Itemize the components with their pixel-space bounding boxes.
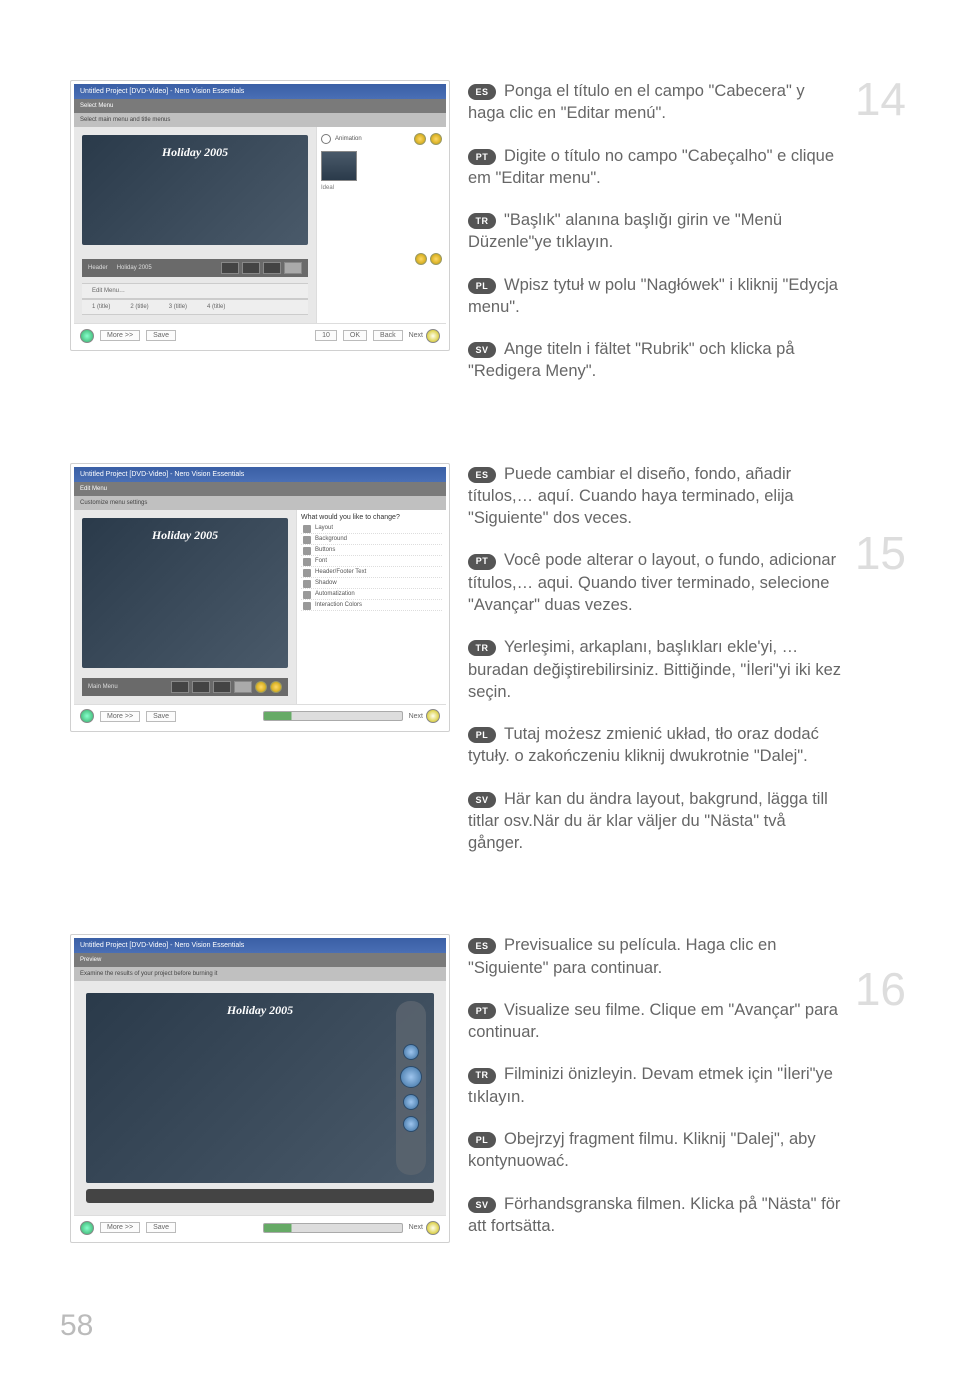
more-button[interactable]: More >>	[100, 711, 140, 722]
preview-image: Holiday 2005	[86, 993, 434, 1183]
step-14-text: ESPonga el título en el campo "Cabecera"…	[468, 80, 894, 383]
remote-dpad[interactable]	[400, 1066, 422, 1088]
step-15-text: ESPuede cambiar el diseño, fondo, añadir…	[468, 463, 894, 855]
side-item-headerfooter[interactable]: Header/Footer Text	[301, 567, 442, 578]
next-button[interactable]: Next	[409, 329, 440, 343]
pause-icon[interactable]	[430, 133, 442, 145]
nav-prev-icon[interactable]	[415, 253, 427, 265]
lang-tag-sv: SV	[468, 1197, 496, 1213]
lang-tag-sv: SV	[468, 792, 496, 808]
side-item-font[interactable]: Font	[301, 556, 442, 567]
play-icon[interactable]	[414, 133, 426, 145]
instruction-text: Filminizi önizleyin. Devam etmek için "İ…	[468, 1065, 833, 1105]
menu-preview-image: Holiday 2005	[82, 135, 308, 245]
disk-usage-bar	[263, 1223, 403, 1233]
next-button[interactable]: Next	[409, 1221, 440, 1235]
screenshot-15: Untitled Project [DVD-Video] - Nero Visi…	[70, 463, 450, 732]
step-number-16: 16	[846, 966, 906, 1012]
side-item-shadow[interactable]: Shadow	[301, 578, 442, 589]
next-button[interactable]: Next	[409, 709, 440, 723]
lang-tag-sv: SV	[468, 342, 496, 358]
instruction-text: Förhandsgranska filmen. Klicka på "Nästa…	[468, 1195, 840, 1235]
remote-button[interactable]	[403, 1044, 419, 1060]
holiday-caption: Holiday 2005	[82, 528, 288, 543]
remote-button[interactable]	[403, 1094, 419, 1110]
save-button[interactable]: Save	[146, 330, 176, 341]
section-sub: Customize menu settings	[74, 496, 446, 510]
side-item-background[interactable]: Background	[301, 534, 442, 545]
lang-tag-es: ES	[468, 938, 496, 954]
disk-usage-bar	[263, 711, 403, 721]
step-number-14: 14	[846, 76, 906, 122]
side-item-buttons[interactable]: Buttons	[301, 545, 442, 556]
screenshot-16: Untitled Project [DVD-Video] - Nero Visi…	[70, 934, 450, 1243]
step-16-text: ESPrevisualice su película. Haga clic en…	[468, 934, 894, 1237]
lang-tag-es: ES	[468, 467, 496, 483]
playback-bar[interactable]	[86, 1189, 434, 1203]
app-title-bar: Untitled Project [DVD-Video] - Nero Visi…	[74, 84, 446, 99]
step-number-15: 15	[846, 530, 906, 576]
instruction-text: Tutaj możesz zmienić układ, tło oraz dod…	[468, 725, 819, 765]
nav-prev-icon[interactable]	[255, 681, 267, 693]
page-number: 58	[60, 1309, 93, 1343]
app-title-bar: Untitled Project [DVD-Video] - Nero Visi…	[74, 467, 446, 482]
magnifier-icon	[321, 134, 331, 144]
manual-page: 14 15 16 Untitled Project [DVD-Video] - …	[0, 0, 954, 1383]
side-item-interaction-colors[interactable]: Interaction Colors	[301, 600, 442, 611]
step-16-row: Untitled Project [DVD-Video] - Nero Visi…	[70, 934, 894, 1243]
holiday-caption: Holiday 2005	[86, 1003, 434, 1018]
instruction-text: Här kan du ändra layout, bakgrund, lägga…	[468, 790, 828, 853]
lang-tag-pl: PL	[468, 278, 496, 294]
instruction-text: "Başlık" alanına başlığı girin ve "Menü …	[468, 211, 782, 251]
instruction-text: Obejrzyj fragment filmu. Kliknij "Dalej"…	[468, 1130, 816, 1170]
lang-tag-pt: PT	[468, 149, 496, 165]
section-heading: Edit Menu	[74, 482, 446, 496]
menu-preview-image: Holiday 2005	[82, 518, 288, 668]
more-button[interactable]: More >>	[100, 330, 140, 341]
lang-tag-pl: PL	[468, 1132, 496, 1148]
instruction-text: Yerleşimi, arkaplanı, başlıkları ekle'yi…	[468, 638, 841, 701]
nav-next-icon[interactable]	[430, 253, 442, 265]
instruction-text: Previsualice su película. Haga clic en "…	[468, 936, 776, 976]
save-button[interactable]: Save	[146, 711, 176, 722]
lang-tag-tr: TR	[468, 640, 496, 656]
instruction-text: Ponga el título en el campo "Cabecera" y…	[468, 82, 805, 122]
side-item-automatization[interactable]: Automatization	[301, 589, 442, 600]
section-sub: Examine the results of your project befo…	[74, 967, 446, 981]
section-sub: Select main menu and title menus	[74, 113, 446, 127]
lang-tag-tr: TR	[468, 213, 496, 229]
back-button[interactable]: Back	[373, 330, 403, 341]
lang-tag-pt: PT	[468, 554, 496, 570]
app-title-bar: Untitled Project [DVD-Video] - Nero Visi…	[74, 938, 446, 953]
instruction-text: Visualize seu filme. Clique em "Avançar"…	[468, 1001, 838, 1041]
section-heading: Preview	[74, 953, 446, 967]
remote-control[interactable]	[396, 1001, 426, 1175]
lang-tag-pl: PL	[468, 727, 496, 743]
side-item-layout[interactable]: Layout	[301, 523, 442, 534]
lang-tag-pt: PT	[468, 1003, 496, 1019]
section-heading: Select Menu	[74, 99, 446, 113]
instruction-text: Você pode alterar o layout, o fundo, adi…	[468, 551, 836, 614]
help-icon[interactable]	[80, 709, 94, 723]
save-button[interactable]: Save	[146, 1222, 176, 1233]
lang-tag-tr: TR	[468, 1068, 496, 1084]
remote-button[interactable]	[403, 1116, 419, 1132]
lang-tag-es: ES	[468, 84, 496, 100]
step-14-row: Untitled Project [DVD-Video] - Nero Visi…	[70, 80, 894, 383]
instruction-text: Digite o título no campo "Cabeçalho" e c…	[468, 147, 834, 187]
more-button[interactable]: More >>	[100, 1222, 140, 1233]
instruction-text: Puede cambiar el diseño, fondo, añadir t…	[468, 465, 794, 528]
help-icon[interactable]	[80, 1221, 94, 1235]
screenshot-14: Untitled Project [DVD-Video] - Nero Visi…	[70, 80, 450, 351]
side-heading: What would you like to change?	[301, 514, 442, 521]
instruction-text: Ange titeln i fältet "Rubrik" och klicka…	[468, 340, 795, 380]
instruction-text: Wpisz tytuł w polu "Nagłówek" i kliknij …	[468, 276, 838, 316]
help-icon[interactable]	[80, 329, 94, 343]
holiday-caption: Holiday 2005	[82, 145, 308, 160]
nav-next-icon[interactable]	[270, 681, 282, 693]
step-15-row: Untitled Project [DVD-Video] - Nero Visi…	[70, 463, 894, 855]
